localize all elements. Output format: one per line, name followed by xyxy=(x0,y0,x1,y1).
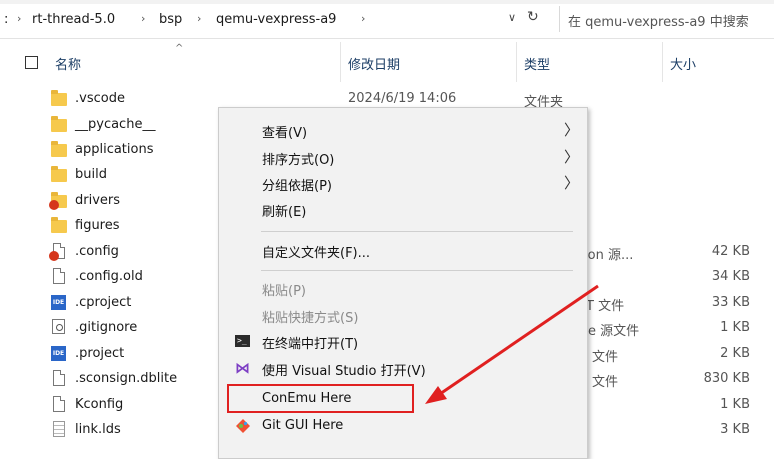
annotation-arrow xyxy=(425,284,599,404)
